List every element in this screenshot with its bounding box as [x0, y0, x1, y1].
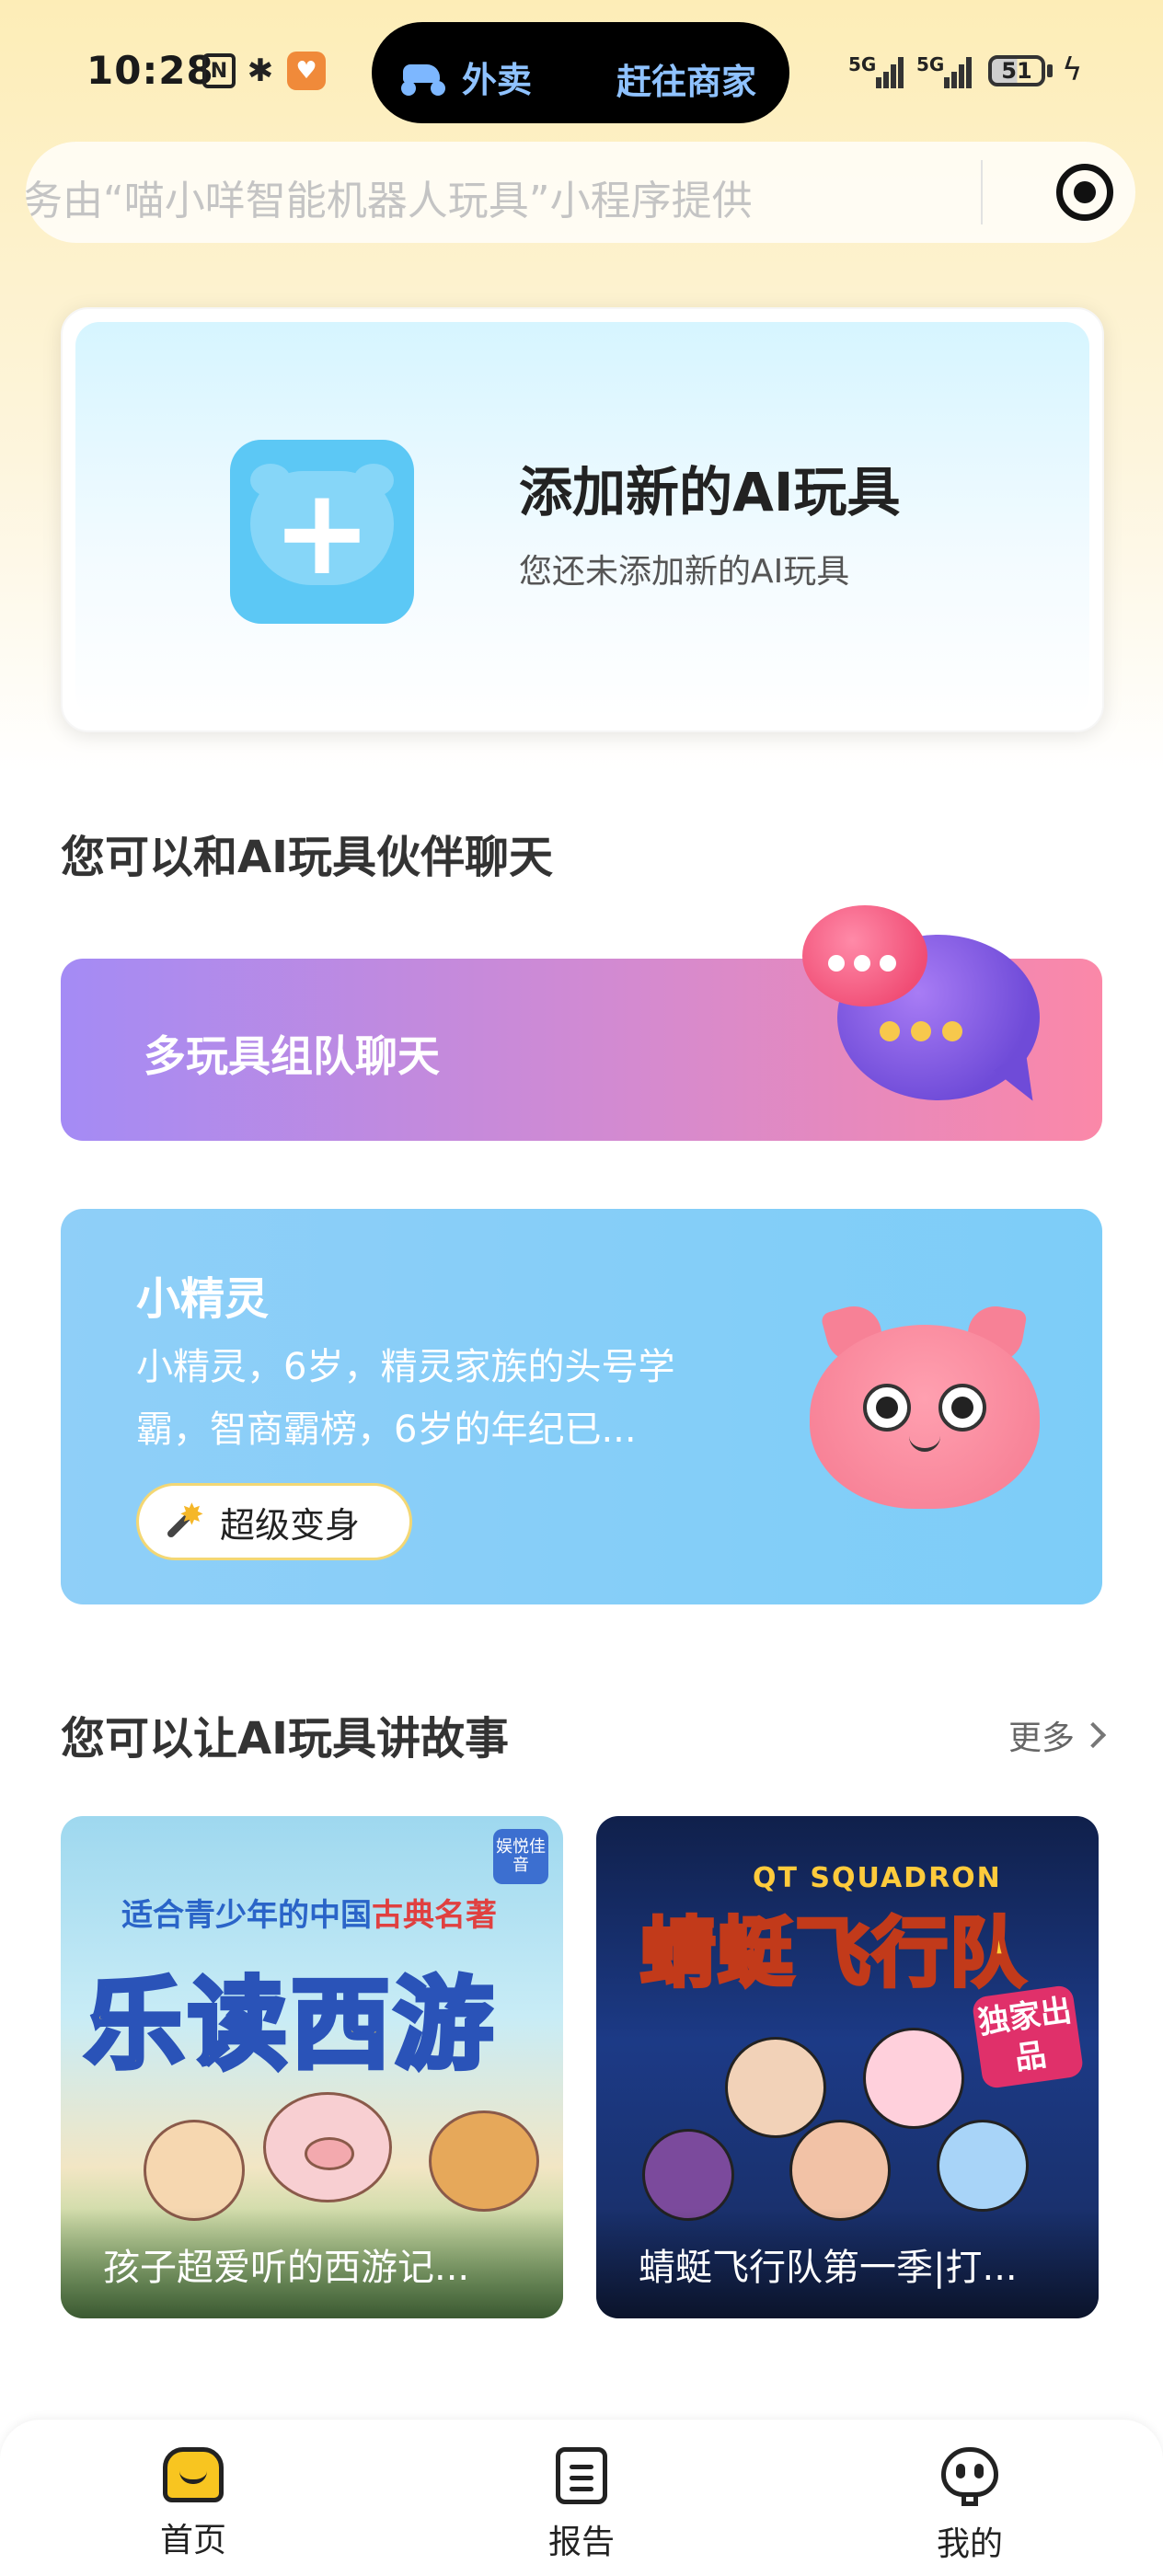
story-title: 蜻蜓飞行队第一季|打...: [639, 2247, 1018, 2289]
pilot-character: [725, 2037, 826, 2138]
nav-label: 我的: [936, 2525, 1003, 2563]
add-toy-title: 添加新的AI玩具: [519, 461, 901, 523]
close-miniprogram-icon[interactable]: [1056, 164, 1113, 221]
story-section-title: 您可以让AI玩具讲故事: [61, 1713, 510, 1765]
add-toy-card[interactable]: + 添加新的AI玩具 您还未添加新的AI玩具: [61, 307, 1104, 732]
story-card[interactable]: QT SQUADRON 蜻蜓飞行队 独家出品 蜻蜓飞行队第一季|打...: [596, 1816, 1099, 2318]
profile-icon: [941, 2447, 998, 2506]
pilot-character: [937, 2120, 1029, 2212]
cover-subtitle: QT SQUADRON: [753, 1862, 1002, 1894]
battery-icon: 51: [988, 55, 1045, 86]
character-description: 小精灵，6岁，精灵家族的头号学霸，智商霸榜，6岁的年纪已...: [136, 1346, 675, 1451]
magic-wand-icon: ✸: [159, 1497, 205, 1545]
bluetooth-icon: ✱: [247, 52, 274, 89]
cover-title: 乐读西游: [82, 1966, 498, 2086]
pilot-character: [789, 2120, 891, 2221]
team-chat-label: 多玩具组队聊天: [144, 1031, 440, 1081]
sprite-avatar: [810, 1300, 1040, 1509]
more-label: 更多: [1008, 1719, 1075, 1757]
nav-report[interactable]: 报告: [517, 2447, 646, 2563]
battery-tip: [1047, 64, 1053, 77]
status-bar: 10:28 N ✱ ♥ 外卖 赶往商家 5G 5G 51 ϟ: [0, 0, 1163, 147]
add-toy-icon: +: [230, 440, 414, 624]
story-card[interactable]: 娱悦佳音 适合青少年的中国古典名著 乐读西游 孩子超爱听的西游记...: [61, 1816, 563, 2318]
transform-label: 超级变身: [220, 1504, 361, 1546]
nav-label: 报告: [547, 2524, 615, 2561]
nfc-icon: N: [202, 53, 236, 88]
home-icon: [163, 2447, 224, 2502]
search-placeholder: 务由“喵小咩智能机器人玩具”小程序提供: [26, 178, 753, 224]
clock: 10:28: [86, 48, 214, 93]
nav-home[interactable]: 首页: [129, 2447, 258, 2561]
nav-profile[interactable]: 我的: [905, 2447, 1034, 2565]
app-notification-icon: ♥: [287, 52, 326, 90]
more-stories-link[interactable]: 更多: [1008, 1711, 1107, 1759]
dynamic-island[interactable]: 外卖 赶往商家: [372, 22, 789, 123]
pilot-character: [863, 2028, 964, 2129]
scooter-icon: [399, 59, 447, 96]
chevron-right-icon: [1079, 1721, 1107, 1749]
monk-character: [144, 2120, 245, 2221]
publisher-logo: 娱悦佳音: [493, 1829, 548, 1884]
monkey-character: [429, 2110, 539, 2212]
exclusive-badge: 独家出品: [971, 1984, 1085, 2090]
chat-section-title: 您可以和AI玩具伙伴聊天: [61, 832, 554, 883]
signal-icon: 5G: [848, 52, 907, 88]
signal-icon: 5G: [916, 52, 975, 88]
bottom-navigation: 首页 报告 我的: [0, 2420, 1163, 2576]
divider: [981, 160, 983, 224]
story-title: 孩子超爱听的西游记...: [103, 2247, 470, 2289]
delivery-status: 赶往商家: [616, 62, 756, 102]
cover-title: 蜻蜓飞行队: [639, 1908, 1028, 1999]
cover-tagline: 适合青少年的中国古典名著: [121, 1897, 497, 1934]
nav-label: 首页: [159, 2522, 226, 2559]
charging-icon: ϟ: [1062, 52, 1083, 88]
character-name: 小精灵: [136, 1273, 270, 1325]
delivery-label: 外卖: [462, 60, 533, 100]
pilot-character: [642, 2129, 734, 2221]
search-bar[interactable]: 务由“喵小咩智能机器人玩具”小程序提供: [26, 142, 1135, 243]
report-icon: [556, 2447, 607, 2504]
add-toy-subtitle: 您还未添加新的AI玩具: [519, 553, 850, 591]
transform-button[interactable]: ✸ 超级变身: [136, 1483, 412, 1560]
pig-character: [263, 2092, 392, 2202]
